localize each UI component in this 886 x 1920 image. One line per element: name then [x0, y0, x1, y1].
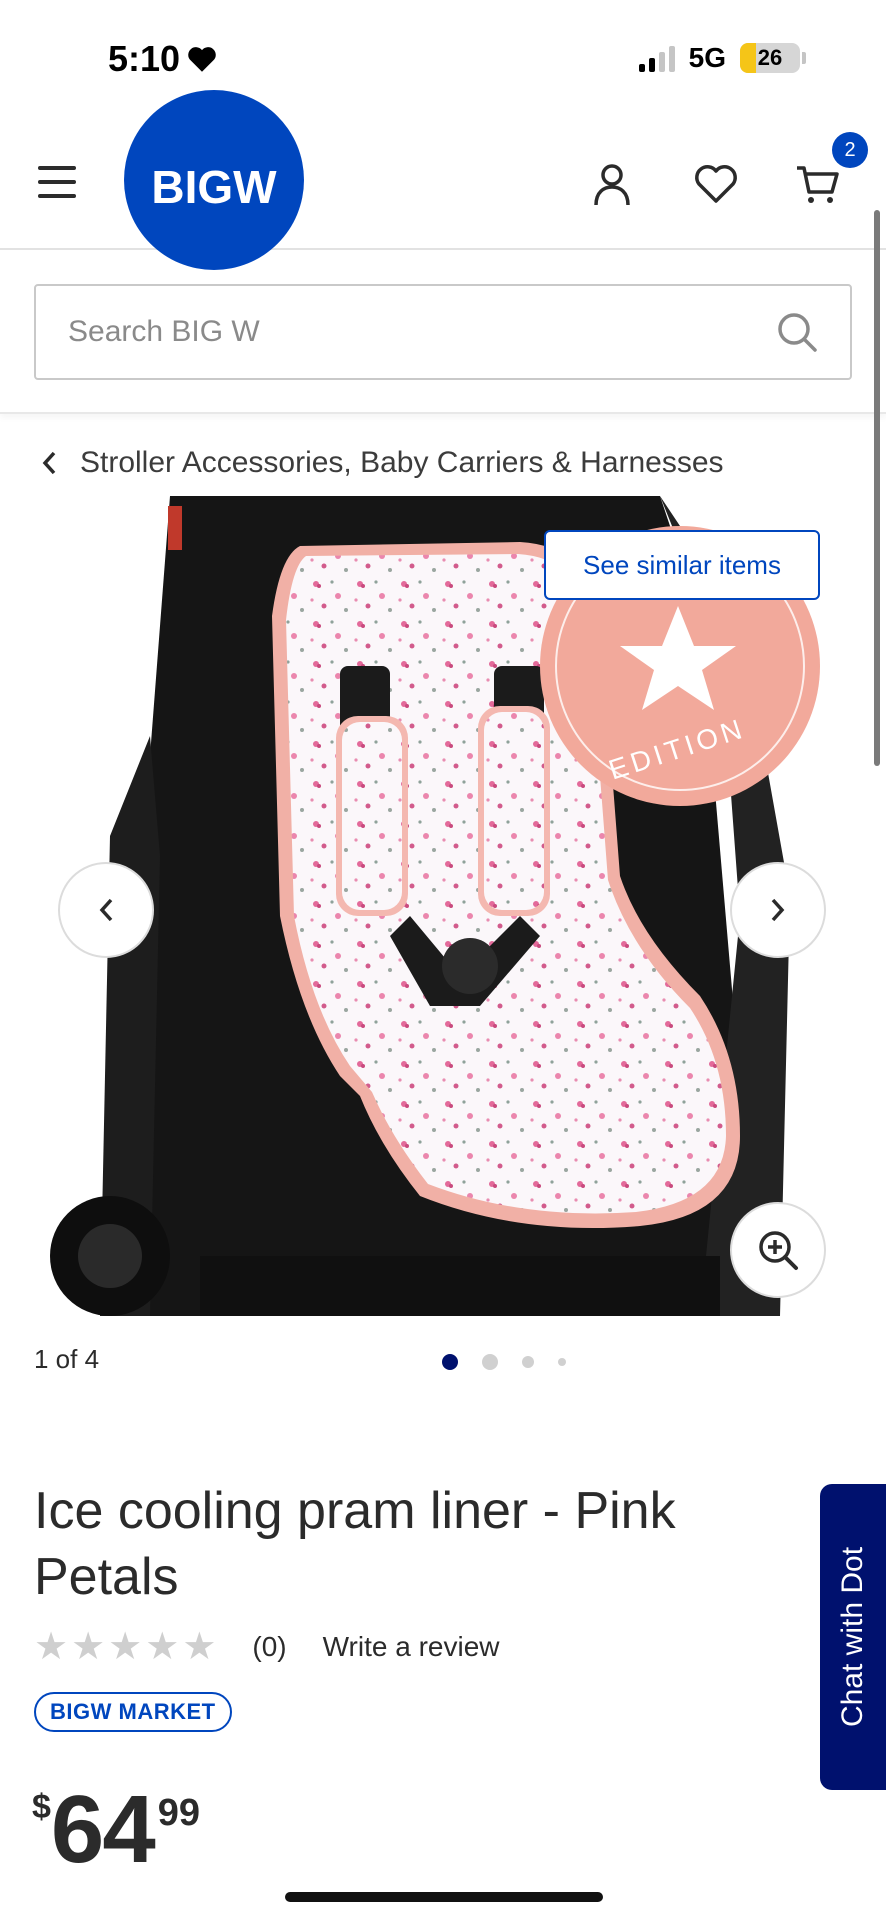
star-icon: ★ — [108, 1626, 143, 1668]
search-input[interactable]: Search BIG W — [34, 284, 852, 380]
page-dot[interactable] — [442, 1354, 458, 1370]
product-price: $ 64 99 — [32, 1782, 200, 1878]
breadcrumb-label[interactable]: Stroller Accessories, Baby Carriers & Ha… — [80, 446, 724, 480]
page-dot[interactable] — [482, 1354, 498, 1370]
see-similar-items-button[interactable]: See similar items — [544, 530, 820, 600]
home-indicator — [285, 1892, 603, 1902]
star-rating: ★ ★ ★ ★ ★ — [34, 1628, 216, 1666]
menu-button[interactable] — [38, 166, 76, 198]
scrollbar[interactable] — [874, 210, 880, 766]
zoom-button[interactable] — [730, 1202, 826, 1298]
status-indicators: 5G 26 — [638, 42, 806, 74]
star-icon: ★ — [34, 1626, 69, 1668]
write-review-link[interactable]: Write a review — [323, 1631, 500, 1663]
account-icon[interactable] — [588, 160, 636, 208]
search-bar: Search BIG W — [0, 252, 886, 414]
review-count: (0) — [252, 1631, 287, 1662]
price-currency: $ — [32, 1788, 51, 1826]
price-cents: 99 — [157, 1792, 200, 1834]
chevron-left-icon — [42, 451, 56, 475]
bigw-market-badge: BIGW MARKET — [34, 1692, 232, 1732]
chevron-right-icon — [771, 898, 785, 922]
chevron-left-icon — [99, 898, 113, 922]
page-dot[interactable] — [522, 1356, 534, 1368]
site-header: BIGW 2 — [0, 90, 886, 270]
cart-icon[interactable] — [794, 160, 842, 208]
star-icon: ★ — [182, 1626, 217, 1668]
network-label: 5G — [688, 42, 726, 73]
star-icon: ★ — [71, 1626, 106, 1668]
product-title: Ice cooling pram liner - Pink Petals — [34, 1482, 676, 1606]
chat-label: Chat with Dot — [836, 1546, 870, 1728]
previous-image-button[interactable] — [58, 862, 154, 958]
image-position-text: 1 of 4 — [34, 1344, 100, 1374]
search-icon[interactable] — [776, 311, 818, 353]
chat-with-dot-button[interactable]: Chat with Dot — [820, 1484, 886, 1790]
price-dollars: 64 — [50, 1776, 156, 1883]
product-image-gallery[interactable]: EDITION See similar items — [0, 496, 886, 1316]
next-image-button[interactable] — [730, 862, 826, 958]
breadcrumb[interactable]: Stroller Accessories, Baby Carriers & Ha… — [40, 446, 724, 480]
page-dot[interactable] — [558, 1358, 566, 1366]
time-text: 5:10 — [108, 38, 181, 79]
bigw-logo[interactable]: BIGW — [124, 90, 304, 270]
zoom-in-icon — [759, 1231, 798, 1270]
wishlist-heart-icon[interactable] — [692, 160, 740, 208]
gallery-pager: 1 of 4 — [34, 1340, 854, 1380]
search-placeholder: Search BIG W — [68, 315, 260, 348]
rating-row: ★ ★ ★ ★ ★ (0) Write a review — [34, 1628, 499, 1666]
cart-count-badge: 2 — [832, 132, 868, 168]
status-time: 5:10 — [108, 38, 218, 80]
battery-level: 26 — [757, 45, 783, 70]
heart-status-icon — [188, 47, 216, 72]
pagination-dots[interactable] — [442, 1354, 566, 1370]
signal-icon — [638, 44, 675, 72]
status-bar: 5:10 5G 26 — [0, 0, 886, 118]
star-icon: ★ — [145, 1626, 180, 1668]
battery-icon: 26 — [740, 43, 800, 73]
